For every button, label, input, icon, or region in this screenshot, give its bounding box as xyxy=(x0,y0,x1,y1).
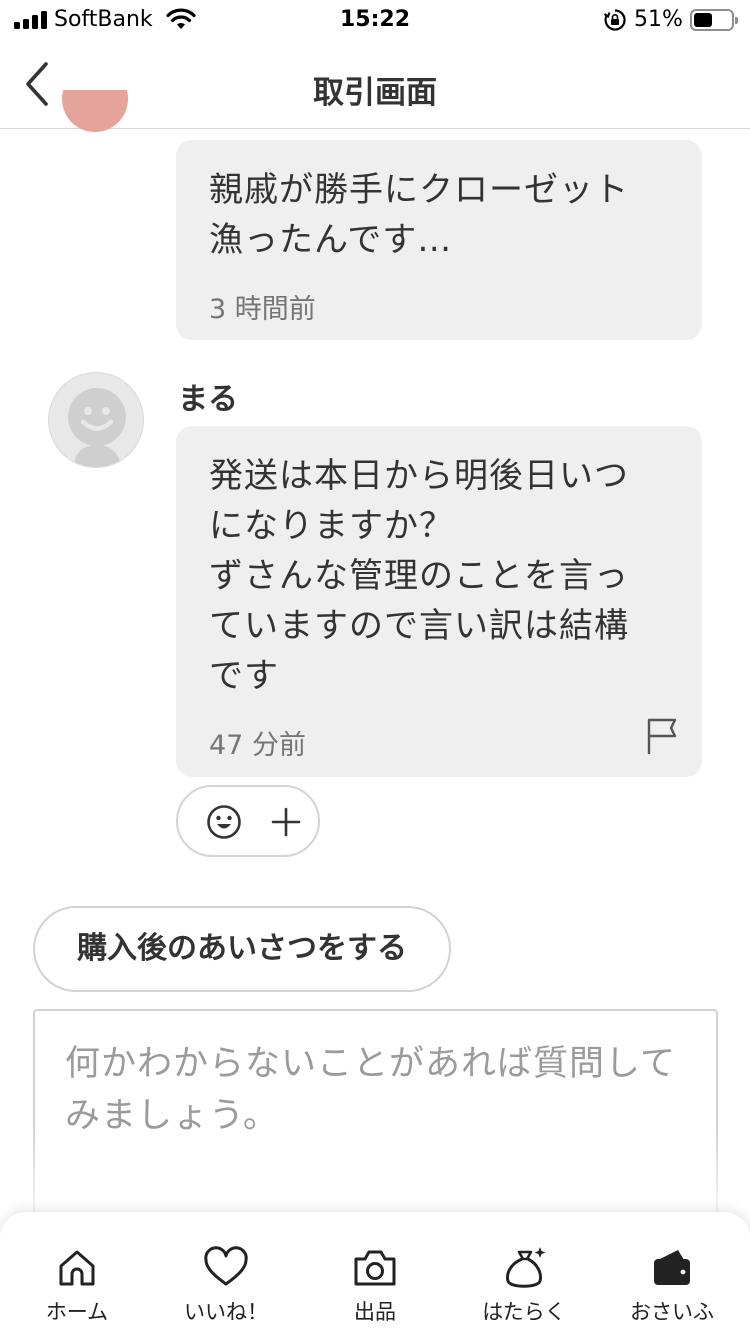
message-bubble: 親戚が勝手にクローゼット 漁ったんです… 3 時間前 xyxy=(176,140,702,340)
tab-work[interactable]: はたらく xyxy=(449,1212,599,1334)
smiley-icon[interactable] xyxy=(206,804,242,840)
tab-sell[interactable]: 出品 xyxy=(300,1212,450,1334)
message-bubble: 発送は本日から明後日いつ になりますか？ ずさんな管理のことを言っ ていますので… xyxy=(176,426,702,777)
reaction-pill xyxy=(176,785,320,857)
camera-icon xyxy=(354,1250,396,1286)
tab-label: はたらく xyxy=(482,1300,566,1324)
tab-wallet[interactable]: おさいふ xyxy=(597,1212,747,1334)
message-text: 親戚が勝手にクローゼット 漁ったんです… xyxy=(209,170,629,260)
tab-label: おさいふ xyxy=(630,1300,714,1324)
tab-label: ホーム xyxy=(45,1300,109,1324)
flag-icon[interactable] xyxy=(644,716,680,756)
avatar[interactable] xyxy=(62,90,128,136)
sender-name: まる xyxy=(178,382,238,417)
battery-icon xyxy=(690,9,738,31)
plus-icon[interactable] xyxy=(268,804,304,840)
rotation-lock-icon xyxy=(603,9,626,31)
message-text: 発送は本日から明後日いつ になりますか？ ずさんな管理のことを言っ ていますので… xyxy=(209,456,629,696)
tab-home[interactable]: ホーム xyxy=(2,1212,152,1334)
money-bag-icon xyxy=(506,1247,546,1288)
status-bar: SoftBank 15:22 51% xyxy=(0,0,750,40)
greeting-button[interactable]: 購入後のあいさつをする xyxy=(33,906,451,992)
heart-icon xyxy=(204,1246,248,1286)
avatar[interactable] xyxy=(48,372,144,468)
message-time: 3 時間前 xyxy=(209,294,316,325)
tab-label: いいね！ xyxy=(184,1300,268,1324)
message-time: 47 分前 xyxy=(209,730,306,761)
tab-likes[interactable]: いいね！ xyxy=(151,1212,301,1334)
home-icon xyxy=(59,1250,95,1286)
default-avatar-icon xyxy=(68,388,126,467)
battery-percent: 51% xyxy=(634,7,683,32)
tab-bar: ホーム いいね！ 出品 はたらく おさいふ xyxy=(0,1212,750,1334)
wallet-icon xyxy=(654,1250,690,1285)
tab-label: 出品 xyxy=(354,1300,396,1324)
scroll-fade xyxy=(0,1130,750,1220)
